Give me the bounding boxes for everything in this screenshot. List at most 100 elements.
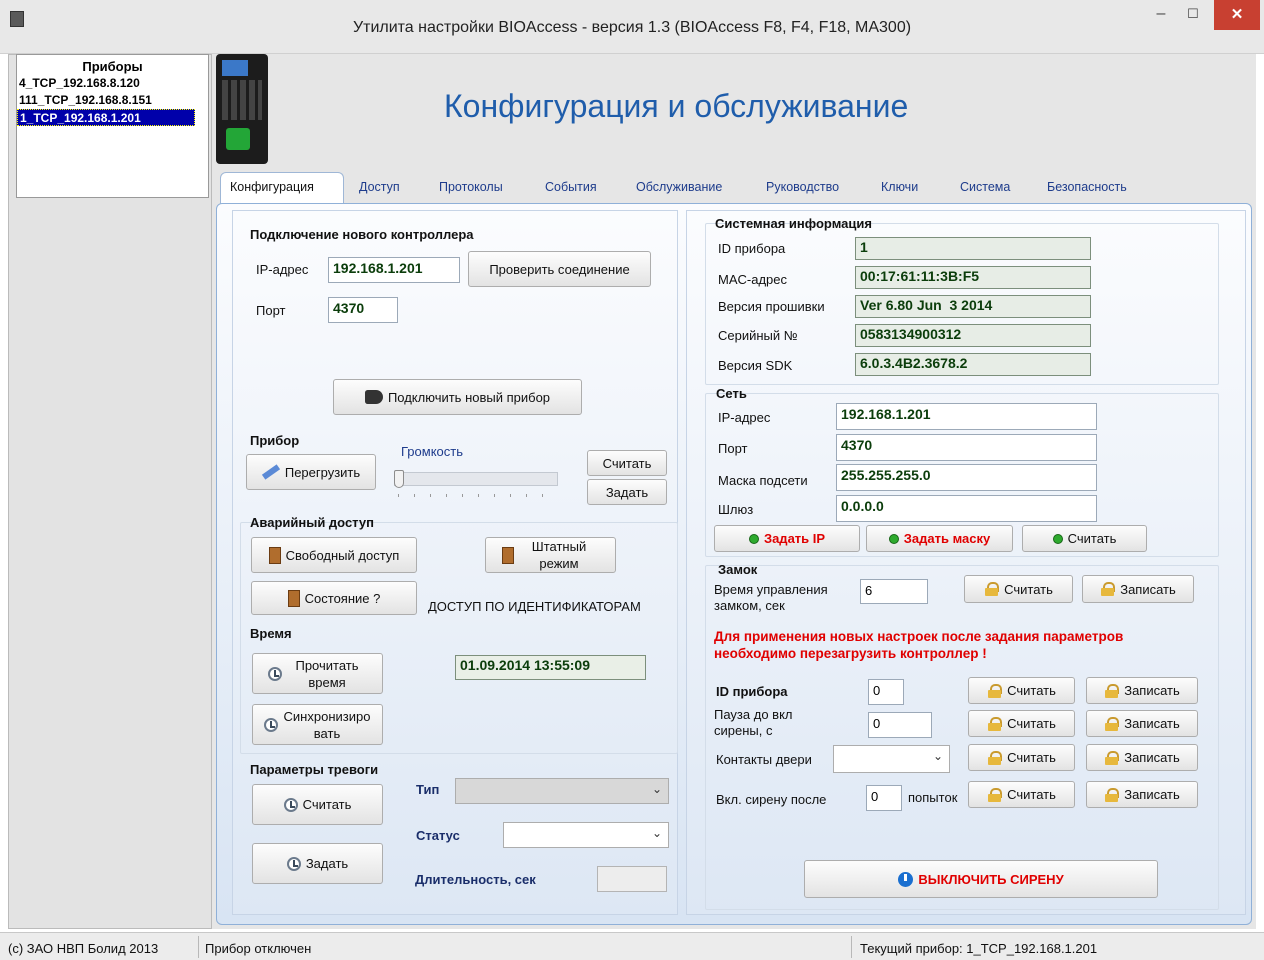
param-read-button[interactable]: Считать <box>968 781 1075 808</box>
lock-read-button[interactable]: Считать <box>964 575 1073 603</box>
alarm-duration-input[interactable] <box>597 866 667 892</box>
clock-icon <box>286 856 301 871</box>
tab-config[interactable]: Конфигурация <box>230 180 314 194</box>
alarm-read-button[interactable]: Считать <box>252 784 383 825</box>
lock-write-button[interactable]: Записать <box>1082 575 1194 603</box>
param-door-label: Контакты двери <box>716 752 812 767</box>
sync-time-button[interactable]: Синхронизировать <box>252 704 383 745</box>
ip-input[interactable]: 192.168.1.201 <box>328 257 460 283</box>
restart-warning: Для применения новых настроек после зада… <box>714 629 1124 661</box>
port-input[interactable]: 4370 <box>328 297 398 323</box>
sysinfo-label: Серийный № <box>718 328 798 343</box>
volume-label: Громкость <box>401 444 463 459</box>
device-item-selected[interactable]: 1_TCP_192.168.1.201 <box>17 109 195 126</box>
state-button[interactable]: Состояние ? <box>251 581 417 615</box>
param-write-label: Записать <box>1124 716 1180 731</box>
tab-security[interactable]: Безопасность <box>1047 180 1127 194</box>
param-write-button[interactable]: Записать <box>1086 781 1198 808</box>
param-read-button[interactable]: Считать <box>968 677 1075 704</box>
volume-thumb[interactable] <box>394 470 404 488</box>
lock-icon <box>987 787 1003 802</box>
network-title: Сеть <box>716 386 747 401</box>
param-siren-label: Вкл. сирену после <box>716 792 827 807</box>
minimize-button[interactable]: – <box>1146 0 1176 32</box>
sysinfo-label: MAC-адрес <box>718 272 787 287</box>
set-mask-button[interactable]: Задать маску <box>866 525 1013 552</box>
param-pause-input[interactable]: 0 <box>868 712 932 738</box>
param-read-button[interactable]: Считать <box>968 744 1075 771</box>
connect-label: Подключить новый прибор <box>387 389 551 405</box>
tab-keys[interactable]: Ключи <box>881 180 918 194</box>
close-button[interactable]: ✕ <box>1214 0 1260 30</box>
lock-time-input[interactable]: 6 <box>860 579 928 604</box>
param-id-label: ID прибора <box>716 684 788 699</box>
device-list[interactable]: Приборы 4_TCP_192.168.8.120 111_TCP_192.… <box>16 54 209 198</box>
lock-icon <box>987 716 1003 731</box>
volume-read-button[interactable]: Считать <box>587 450 667 476</box>
param-door-select[interactable]: ⌄ <box>833 745 950 773</box>
param-write-button[interactable]: Записать <box>1086 710 1198 737</box>
maximize-button[interactable]: ☐ <box>1178 0 1208 32</box>
param-read-button[interactable]: Считать <box>968 710 1075 737</box>
alarm-set-button[interactable]: Задать <box>252 843 383 884</box>
network-port-input[interactable]: 4370 <box>836 434 1097 461</box>
access-state-text: ДОСТУП ПО ИДЕНТИФИКАТОРАМ <box>428 599 641 614</box>
volume-slider[interactable] <box>394 470 560 500</box>
reboot-label: Перегрузить <box>284 464 361 480</box>
network-mask-input[interactable]: 255.255.255.0 <box>836 464 1097 491</box>
alarm-title: Параметры тревоги <box>250 762 379 777</box>
siren-off-button[interactable]: ВЫКЛЮЧИТЬ СИРЕНУ <box>804 860 1158 898</box>
tab-events[interactable]: События <box>545 180 597 194</box>
sysinfo-label: Версия прошивки <box>718 299 825 314</box>
network-read-button[interactable]: Считать <box>1022 525 1147 552</box>
wand-icon <box>261 464 280 480</box>
param-read-label: Считать <box>1007 716 1056 731</box>
param-read-label: Считать <box>1007 750 1056 765</box>
volume-set-button[interactable]: Задать <box>587 479 667 505</box>
alarm-read-label: Считать <box>302 797 352 812</box>
free-access-label: Свободный доступ <box>285 547 400 563</box>
device-item[interactable]: 111_TCP_192.168.8.151 <box>17 92 208 109</box>
tab-access[interactable]: Доступ <box>359 180 400 194</box>
tab-manual[interactable]: Руководство <box>766 180 839 194</box>
lock-icon <box>1104 683 1120 698</box>
connect-device-button[interactable]: Подключить новый прибор <box>333 379 582 415</box>
network-ip-input[interactable]: 192.168.1.201 <box>836 403 1097 430</box>
normal-mode-button[interactable]: Штатный режим <box>485 537 616 573</box>
lock-icon <box>984 582 1000 596</box>
clock-icon <box>283 797 298 812</box>
tab-maintenance[interactable]: Обслуживание <box>636 180 722 194</box>
lock-icon <box>1104 787 1120 802</box>
read-time-button[interactable]: Прочитать время <box>252 653 383 694</box>
emergency-title: Аварийный доступ <box>250 515 374 530</box>
status-separator <box>851 936 852 958</box>
alarm-duration-label: Длительность, сек <box>415 872 536 887</box>
tab-system[interactable]: Система <box>960 180 1010 194</box>
alarm-status-select[interactable]: ⌄ <box>503 822 669 848</box>
lock-title: Замок <box>718 562 758 577</box>
alarm-type-select[interactable]: ⌄ <box>455 778 669 804</box>
param-pause-label: Пауза до вкл сирены, с <box>714 707 793 738</box>
param-id-input[interactable]: 0 <box>868 679 904 705</box>
title-bar: Утилита настройки BIOAccess - версия 1.3… <box>0 0 1264 54</box>
set-ip-button[interactable]: Задать IP <box>714 525 860 552</box>
tab-protocols[interactable]: Протоколы <box>439 180 503 194</box>
param-siren-input[interactable]: 0 <box>866 785 902 811</box>
network-gateway-input[interactable]: 0.0.0.0 <box>836 495 1097 522</box>
sysinfo-value: 00:17:61:11:3B:F5 <box>855 266 1091 289</box>
sysinfo-title: Системная информация <box>715 216 872 231</box>
check-connection-button[interactable]: Проверить соединение <box>468 251 651 287</box>
alarm-status-label: Статус <box>416 828 460 843</box>
green-dot-icon <box>1052 533 1063 544</box>
alarm-set-label: Задать <box>305 856 349 871</box>
param-write-button[interactable]: Записать <box>1086 677 1198 704</box>
plug-icon <box>364 390 383 404</box>
reboot-button[interactable]: Перегрузить <box>246 454 376 490</box>
free-access-button[interactable]: Свободный доступ <box>251 537 417 573</box>
param-write-button[interactable]: Записать <box>1086 744 1198 771</box>
sysinfo-label: Версия SDK <box>718 358 793 373</box>
clock-icon <box>264 717 278 732</box>
device-item[interactable]: 4_TCP_192.168.8.120 <box>17 75 208 92</box>
volume-ticks <box>398 494 554 497</box>
chevron-down-icon: ⌄ <box>651 826 662 840</box>
